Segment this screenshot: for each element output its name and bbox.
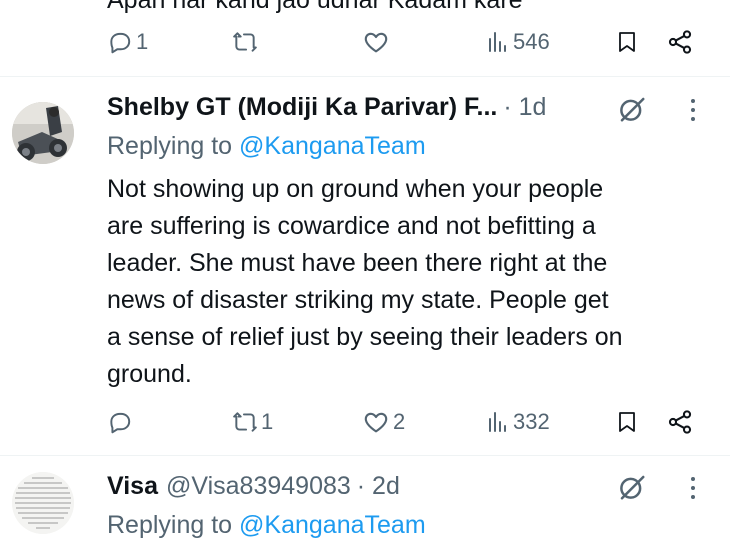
share-icon [668, 30, 692, 54]
tweet-text: Not showing up on ground when your peopl… [107, 175, 623, 388]
more-icon [691, 99, 695, 121]
repost-count: 1 [261, 409, 274, 434]
tweet-divider [0, 76, 730, 77]
bookmark-button[interactable] [615, 402, 639, 442]
views-button[interactable]: 332 [486, 402, 550, 442]
like-icon [364, 32, 388, 53]
tweet-time[interactable]: · 2d [357, 472, 400, 501]
grok-icon [620, 97, 645, 122]
previous-tweet-actions: 1 546 [0, 22, 730, 62]
grok-icon [620, 475, 645, 500]
display-name[interactable]: Visa [107, 472, 158, 501]
repost-button[interactable]: 1 [232, 402, 273, 442]
tweet-actions: 1 2 332 [0, 402, 730, 442]
tweet-header: Visa @Visa83949083 · 2d [107, 472, 400, 501]
replying-to: Replying to @KanganaTeam [107, 132, 426, 161]
share-button[interactable] [666, 22, 694, 62]
avatar[interactable] [12, 472, 74, 534]
like-icon [364, 412, 388, 433]
replying-handle-link[interactable]: @KanganaTeam [239, 132, 426, 160]
replying-prefix: Replying to [107, 132, 240, 160]
views-icon [489, 412, 506, 432]
tweet-divider [0, 455, 730, 456]
grok-button[interactable] [617, 94, 647, 129]
display-name[interactable]: Shelby GT (Modiji Ka Parivar) F... [107, 93, 497, 122]
reply-button[interactable]: 1 [107, 22, 148, 62]
replying-prefix: Replying to [107, 511, 240, 539]
views-icon [489, 32, 506, 52]
bookmark-icon [619, 32, 635, 52]
tweet-header: Shelby GT (Modiji Ka Parivar) F... · 1d [107, 93, 546, 122]
more-button[interactable] [683, 96, 703, 129]
views-count: 546 [513, 29, 550, 54]
reply-icon [110, 32, 131, 54]
previous-tweet-text: Apan har kand jao udhar Kadam kare [107, 0, 523, 14]
replying-handle-link[interactable]: @KanganaTeam [239, 511, 426, 539]
more-button[interactable] [683, 474, 703, 507]
reply-icon [110, 412, 131, 434]
repost-icon [233, 32, 257, 52]
grok-button[interactable] [617, 472, 647, 507]
like-button[interactable] [362, 22, 393, 62]
views-button[interactable]: 546 [486, 22, 550, 62]
repost-icon [233, 412, 257, 432]
repost-button[interactable] [232, 22, 261, 62]
avatar[interactable] [12, 102, 74, 164]
user-handle[interactable]: @Visa83949083 [166, 472, 351, 501]
replying-to: Replying to @KanganaTeam [107, 511, 426, 540]
share-button[interactable] [666, 402, 694, 442]
views-count: 332 [513, 409, 550, 434]
more-icon [691, 477, 695, 499]
reply-button[interactable] [107, 402, 136, 442]
tweet-time[interactable]: · 1d [503, 93, 546, 122]
share-icon [668, 410, 692, 434]
reply-count: 1 [136, 29, 149, 54]
like-count: 2 [393, 409, 406, 434]
like-button[interactable]: 2 [362, 402, 405, 442]
bookmark-button[interactable] [615, 22, 639, 62]
bookmark-icon [619, 412, 635, 432]
